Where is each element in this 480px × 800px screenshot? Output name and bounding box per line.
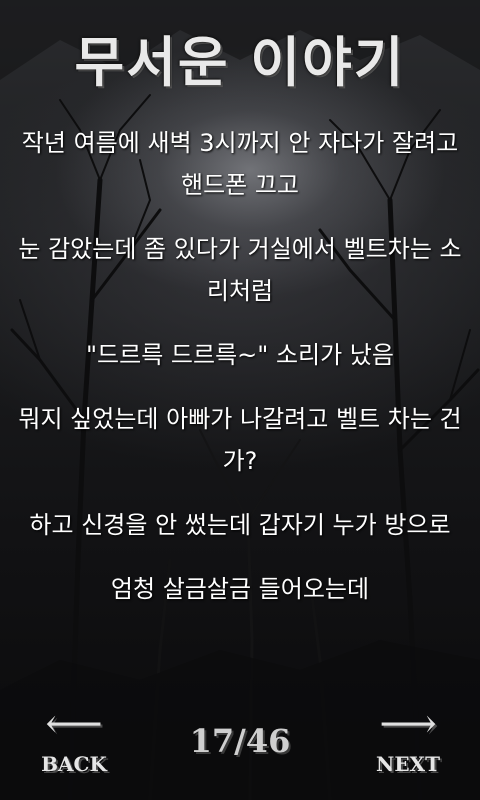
arrow-right-icon: ⟶ bbox=[379, 701, 437, 747]
story-paragraph: 뭐지 싶었는데 아빠가 나갈려고 벨트 차는 건가? bbox=[18, 405, 462, 475]
arrow-left-icon: ⟵ bbox=[45, 701, 103, 747]
story-text: 작년 여름에 새벽 3시까지 안 자다가 잘려고 핸드폰 끄고 눈 감았는데 좀… bbox=[14, 122, 466, 632]
app-title: 무서운 이야기 bbox=[74, 30, 406, 94]
story-paragraph: 하고 신경을 안 썼는데 갑자기 누가 방으로 bbox=[29, 511, 451, 539]
story-paragraph: 엄청 살금살금 들어오는데 bbox=[110, 575, 370, 603]
back-label: BACK bbox=[41, 752, 107, 776]
story-paragraph: 눈 감았는데 좀 있다가 거실에서 벨트차는 소리처럼 bbox=[18, 235, 462, 305]
story-paragraph: 작년 여름에 새벽 3시까지 안 자다가 잘려고 핸드폰 끄고 bbox=[21, 129, 459, 199]
story-paragraph: "드르륵 드르륵~" 소리가 났음 bbox=[86, 341, 394, 369]
page-indicator: 17/46 bbox=[189, 722, 291, 760]
story-screen: 무서운 이야기 작년 여름에 새벽 3시까지 안 자다가 잘려고 핸드폰 끄고 … bbox=[0, 0, 480, 800]
next-button[interactable]: ⟶ NEXT bbox=[368, 704, 448, 784]
back-button[interactable]: ⟵ BACK bbox=[34, 704, 114, 784]
next-label: NEXT bbox=[376, 752, 440, 776]
